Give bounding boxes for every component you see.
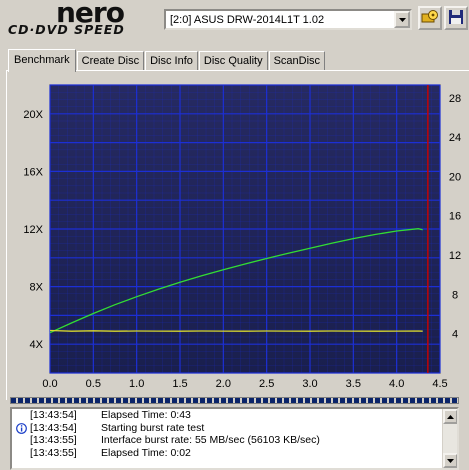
y-right-tick-label: 20 <box>449 171 461 183</box>
tab-create-disc[interactable]: Create Disc <box>76 51 145 71</box>
y-left-tick-label: 8X <box>30 282 44 294</box>
x-tick-label: 1.5 <box>172 378 187 390</box>
log-line: [13:43:54] Elapsed Time: 0:43 <box>12 409 457 422</box>
y-right-tick-label: 28 <box>449 93 461 105</box>
save-button[interactable] <box>444 6 468 30</box>
drive-settings-icon <box>421 9 439 28</box>
chevron-down-icon[interactable] <box>394 11 410 28</box>
x-tick-label: 4.5 <box>432 378 447 390</box>
y-left-tick-label: 12X <box>23 224 43 236</box>
x-tick-label: 0.5 <box>86 378 101 390</box>
log-line: [13:43:55] Interface burst rate: 55 MB/s… <box>12 434 457 447</box>
tab-disc-info[interactable]: Disc Info <box>145 51 198 71</box>
benchmark-chart: 0.0 0.5 1.0 1.5 2.0 2.5 3.0 3.5 4.0 4.5 4X 8X 12X 16X… <box>23 84 461 390</box>
scroll-up-button[interactable] <box>443 409 457 424</box>
log-time: [13:43:55] <box>30 446 77 459</box>
event-log: [13:43:54] Elapsed Time: 0:43 [13:43:54]… <box>10 407 459 470</box>
log-time: [13:43:55] <box>30 434 77 446</box>
y-right-tick-label: 16 <box>449 211 461 223</box>
log-message: Interface burst rate: 55 MB/sec (56103 K… <box>101 434 320 446</box>
x-tick-label: 1.0 <box>129 378 144 390</box>
log-message: Starting burst rate test <box>101 421 205 434</box>
tab-disc-quality[interactable]: Disc Quality <box>198 51 268 71</box>
x-tick-label: 4.0 <box>389 378 404 390</box>
y-right-tick-label: 8 <box>452 289 458 301</box>
tab-bar: Benchmark Create Disc Disc Info Disc Qua… <box>8 47 326 72</box>
tab-benchmark[interactable]: Benchmark <box>8 49 76 72</box>
y-right-tick-label: 12 <box>449 250 461 262</box>
drive-settings-button[interactable] <box>418 6 442 30</box>
progress-bar <box>10 397 459 404</box>
nero-logo: nero CD·DVD SPEED <box>8 0 158 42</box>
x-tick-label: 0.0 <box>42 378 57 390</box>
log-time: [13:43:54] <box>30 421 77 434</box>
y-right-tick-label: 24 <box>449 132 461 144</box>
log-message: Elapsed Time: 0:02 <box>101 446 191 459</box>
chevron-down-icon <box>447 458 454 463</box>
save-icon <box>448 9 464 28</box>
y-left-tick-label: 16X <box>23 166 43 178</box>
chevron-up-icon <box>447 414 454 419</box>
log-time: [13:43:54] <box>30 409 77 421</box>
y-right-tick-label: 4 <box>452 329 458 341</box>
log-line: [13:43:55] Elapsed Time: 0:02 <box>12 447 457 460</box>
log-message: Elapsed Time: 0:43 <box>101 409 191 421</box>
tab-scandisc[interactable]: ScanDisc <box>268 51 326 71</box>
scroll-down-button[interactable] <box>443 453 457 468</box>
drive-select[interactable]: [2:0] ASUS DRW-2014L1T 1.02 <box>164 9 412 30</box>
log-line: [13:43:54] Starting burst rate test <box>12 422 457 435</box>
x-tick-label: 2.5 <box>259 378 274 390</box>
x-tick-label: 3.5 <box>346 378 361 390</box>
x-tick-label: 2.0 <box>216 378 231 390</box>
y-left-tick-label: 4X <box>30 339 44 351</box>
log-scrollbar[interactable] <box>442 409 457 468</box>
x-tick-label: 3.0 <box>302 378 317 390</box>
drive-select-value: [2:0] ASUS DRW-2014L1T 1.02 <box>170 13 325 26</box>
y-left-tick-label: 20X <box>23 109 43 121</box>
rpm-curve <box>49 329 423 332</box>
logo-subtitle: CD·DVD SPEED <box>8 22 125 37</box>
